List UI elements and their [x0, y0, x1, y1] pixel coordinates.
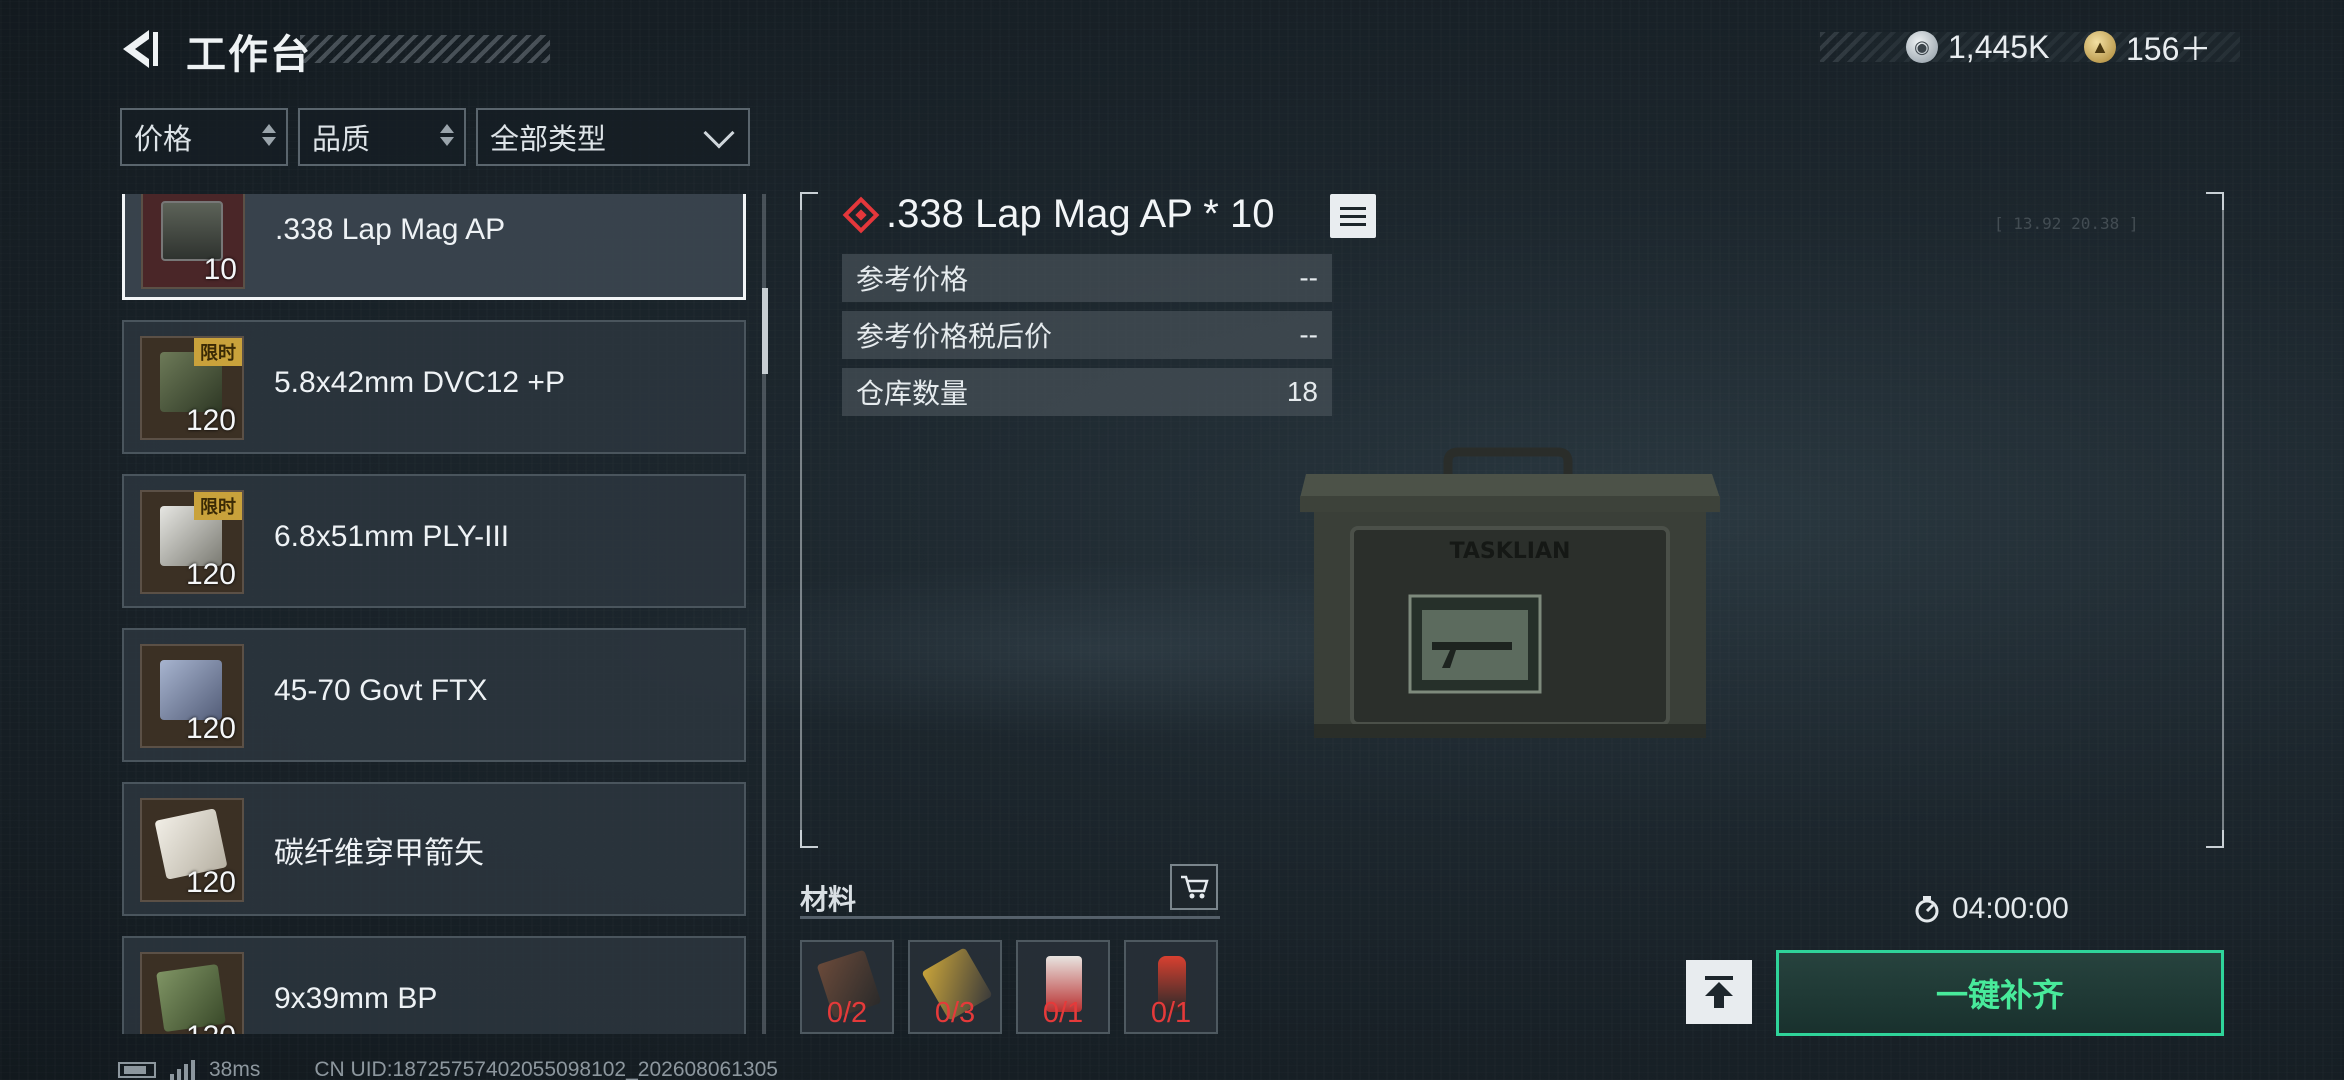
back-arrow-icon — [123, 30, 158, 68]
cart-icon — [1181, 875, 1209, 899]
warehouse-quantity-row: 仓库数量 18 — [842, 368, 1332, 416]
detail-title: .338 Lap Mag AP * 10 — [842, 192, 1274, 237]
type-filter-dropdown[interactable]: 全部类型 — [476, 108, 750, 166]
item-thumbnail: 120 — [140, 798, 244, 902]
list-icon — [1340, 206, 1366, 210]
one-click-fill-button[interactable]: 一键补齐 — [1776, 950, 2224, 1036]
item-thumbnail: 120 — [140, 644, 244, 748]
list-item[interactable]: 限时 120 5.8x42mm DVC12 +P — [122, 320, 746, 454]
ammo-box-icon — [161, 201, 223, 261]
item-quantity: 120 — [185, 866, 236, 899]
list-item[interactable]: 120 9x39mm BP — [122, 936, 746, 1034]
item-thumbnail: 限时 120 — [140, 490, 244, 594]
materials-label: 材料 — [800, 884, 857, 915]
detail-title-text: .338 Lap Mag AP * 10 — [886, 192, 1275, 236]
row-label: 参考价格税后价 — [856, 321, 1053, 352]
item-name: .338 Lap Mag AP — [275, 213, 506, 246]
item-list[interactable]: 10 .338 Lap Mag AP 限时 120 5.8x42mm DVC12… — [120, 194, 750, 1034]
item-thumbnail: 限时 120 — [140, 336, 244, 440]
materials-cart-button[interactable] — [1170, 864, 1218, 910]
scroll-top-button[interactable] — [1686, 960, 1752, 1024]
list-item[interactable]: 10 .338 Lap Mag AP — [122, 194, 746, 300]
list-item[interactable]: 限时 120 6.8x51mm PLY-III — [122, 474, 746, 608]
price-sort-dropdown[interactable]: 价格 — [120, 108, 288, 166]
list-item[interactable]: 120 碳纤维穿甲箭矢 — [122, 782, 746, 916]
gold-currency-value: 156＋ — [2126, 31, 2212, 67]
craft-timer: 04:00:00 — [1912, 892, 2069, 926]
status-bar: 38ms CN UID:18725757402055098102_2026080… — [118, 1058, 778, 1080]
limited-time-badge: 限时 — [194, 338, 242, 366]
item-quantity: 120 — [186, 1020, 236, 1034]
row-label: 仓库数量 — [856, 378, 969, 409]
material-quantity: 0/3 — [934, 997, 976, 1029]
svg-text:TASKLIAN: TASKLIAN — [1450, 539, 1571, 564]
list-item[interactable]: 120 45-70 Govt FTX — [122, 628, 746, 762]
signal-icon — [170, 1060, 195, 1080]
material-slot[interactable]: 0/3 — [908, 940, 1002, 1034]
silver-currency: ◉ 1,445K — [1906, 26, 2049, 68]
hud-decoration: [ 13.92 20.38 ] — [1994, 214, 2139, 233]
item-quantity: 120 — [185, 712, 236, 745]
row-value: 18 — [1286, 376, 1318, 407]
rarity-diamond-icon — [842, 196, 880, 233]
ping-value: 38ms — [209, 1058, 261, 1080]
material-slot[interactable]: 0/1 — [1124, 940, 1218, 1034]
gold-currency[interactable]: ▲ 156＋ — [2084, 26, 2211, 68]
item-quantity: 10 — [203, 253, 237, 286]
row-label: 参考价格 — [856, 264, 969, 295]
item-thumbnail: 120 — [140, 952, 244, 1034]
silver-currency-value: 1,445K — [1948, 28, 2050, 65]
quality-sort-label: 品质 — [312, 124, 371, 156]
arrow-up-icon — [1705, 976, 1733, 1008]
item-quantity: 120 — [185, 404, 236, 437]
sort-arrows-icon — [440, 124, 454, 146]
row-value: -- — [1299, 262, 1318, 293]
type-filter-label: 全部类型 — [490, 124, 607, 156]
material-slot[interactable]: 0/2 — [800, 940, 894, 1034]
chevron-down-icon — [703, 117, 735, 149]
material-slot[interactable]: 0/1 — [1016, 940, 1110, 1034]
item-thumbnail: 10 — [141, 194, 245, 289]
material-quantity: 0/1 — [1042, 997, 1084, 1029]
user-uid: CN UID:18725757402055098102_202608061305 — [314, 1058, 778, 1080]
silver-coin-icon: ◉ — [1906, 31, 1938, 63]
material-quantity: 0/1 — [1150, 997, 1192, 1029]
row-value: -- — [1299, 319, 1318, 350]
item-quantity: 120 — [185, 558, 236, 591]
item-name: 碳纤维穿甲箭矢 — [274, 837, 484, 870]
limited-time-badge: 限时 — [194, 492, 242, 520]
materials-divider — [800, 916, 1220, 919]
price-sort-label: 价格 — [134, 124, 193, 156]
craft-time-icon — [1915, 896, 1939, 923]
title-decoration — [300, 35, 550, 63]
item-name: 6.8x51mm PLY-III — [274, 520, 510, 553]
quality-sort-dropdown[interactable]: 品质 — [298, 108, 466, 166]
list-scrollbar-thumb[interactable] — [762, 288, 768, 374]
item-name: 9x39mm BP — [274, 982, 438, 1015]
material-quantity: 0/2 — [826, 997, 868, 1029]
back-button[interactable] — [118, 24, 162, 74]
ammo-box-icon — [160, 660, 222, 720]
sort-arrows-icon — [262, 124, 276, 146]
reference-price-row: 参考价格 -- — [842, 254, 1332, 302]
detail-list-button[interactable] — [1330, 194, 1376, 238]
timer-value: 04:00:00 — [1952, 892, 2069, 925]
ammo-box-image: TASKLIAN — [1300, 447, 1720, 738]
item-name: 45-70 Govt FTX — [274, 674, 488, 707]
after-tax-price-row: 参考价格税后价 -- — [842, 311, 1332, 359]
battery-icon — [118, 1062, 156, 1078]
item-name: 5.8x42mm DVC12 +P — [274, 366, 565, 399]
gold-coin-icon: ▲ — [2084, 31, 2116, 63]
page-title: 工作台 — [186, 33, 312, 77]
